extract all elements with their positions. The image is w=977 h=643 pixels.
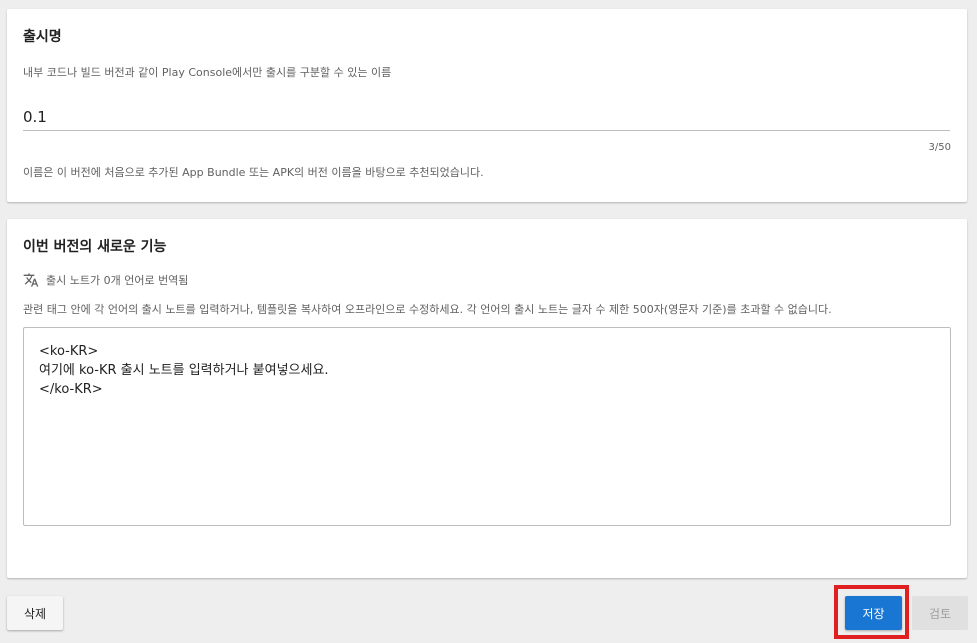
release-name-input[interactable] bbox=[23, 103, 950, 131]
character-counter: 3/50 bbox=[928, 142, 951, 153]
delete-button[interactable]: 삭제 bbox=[7, 596, 63, 630]
translate-icon bbox=[23, 272, 39, 288]
translation-status: 출시 노트가 0개 언어로 번역됨 bbox=[23, 272, 188, 288]
release-name-hint: 이름은 이 버전에 처음으로 추가된 App Bundle 또는 APK의 버전… bbox=[23, 166, 484, 179]
review-button[interactable]: 검토 bbox=[912, 596, 968, 630]
release-notes-textarea[interactable]: <ko-KR> 여기에 ko-KR 출시 노트를 입력하거나 붙여넣으세요. <… bbox=[23, 327, 951, 526]
release-notes-card: 이번 버전의 새로운 기능 출시 노트가 0개 언어로 번역됨 관련 태그 안에… bbox=[7, 219, 967, 578]
save-button[interactable]: 저장 bbox=[845, 596, 902, 630]
release-notes-instructions: 관련 태그 안에 각 언어의 출시 노트를 입력하거나, 템플릿을 복사하여 오… bbox=[23, 303, 832, 316]
release-name-card: 출시명 내부 코드나 빌드 버전과 같이 Play Console에서만 출시를… bbox=[7, 9, 967, 202]
release-name-description: 내부 코드나 빌드 버전과 같이 Play Console에서만 출시를 구분할… bbox=[23, 66, 392, 79]
translation-status-text: 출시 노트가 0개 언어로 번역됨 bbox=[46, 274, 189, 287]
release-notes-title: 이번 버전의 새로운 기능 bbox=[23, 239, 167, 255]
release-name-title: 출시명 bbox=[23, 29, 62, 45]
